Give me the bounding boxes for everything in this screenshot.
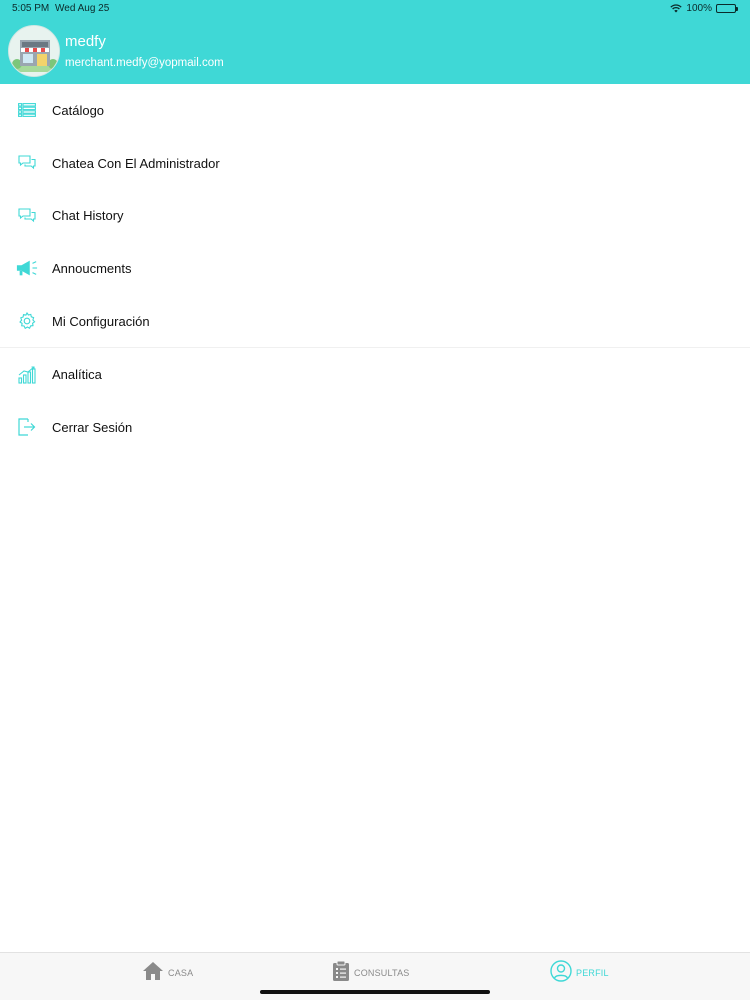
user-circle-icon	[550, 959, 572, 987]
gear-icon	[16, 311, 38, 331]
menu-item-label: Catálogo	[52, 102, 105, 118]
status-date: Wed Aug 25	[55, 3, 110, 14]
menu-item-catalogo[interactable]: Catálogo	[0, 84, 750, 137]
menu-item-chat-history[interactable]: Chat History	[0, 189, 750, 242]
avatar[interactable]	[8, 25, 60, 77]
menu-item-label: Cerrar Sesión	[52, 419, 133, 435]
menu-item-label: Analítica	[52, 367, 102, 383]
menu-item-label: Mi Configuración	[52, 313, 150, 329]
tab-casa[interactable]: CASA	[142, 961, 193, 985]
menu-item-announcements[interactable]: Annoucments	[0, 242, 750, 295]
battery-percent: 100%	[686, 3, 712, 14]
profile-header: 5:05 PM Wed Aug 25 100% medfy merchant.m…	[0, 0, 750, 84]
home-indicator[interactable]	[260, 990, 490, 994]
menu-item-settings[interactable]: Mi Configuración	[0, 295, 750, 348]
chat-bubbles-icon	[16, 153, 38, 173]
bar-chart-icon	[16, 365, 38, 385]
menu-item-label: Chatea Con El Administrador	[52, 155, 220, 171]
menu-item-label: Annoucments	[52, 260, 132, 276]
profile-name: medfy	[65, 33, 106, 50]
status-bar: 5:05 PM Wed Aug 25 100%	[0, 0, 750, 18]
wifi-icon	[670, 4, 683, 13]
logout-icon	[16, 417, 38, 437]
menu-item-logout[interactable]: Cerrar Sesión	[0, 401, 750, 454]
tab-consultas[interactable]: CONSULTAS	[332, 960, 410, 987]
menu-item-chat-admin[interactable]: Chatea Con El Administrador	[0, 137, 750, 190]
chat-bubbles-icon	[16, 206, 38, 226]
status-indicators: 100%	[670, 3, 738, 14]
clipboard-icon	[332, 960, 350, 987]
status-time: 5:05 PM	[12, 3, 50, 14]
home-icon	[142, 961, 164, 986]
tab-label: PERFIL	[576, 968, 609, 978]
profile-email: merchant.medfy@yopmail.com	[65, 57, 224, 69]
store-icon	[9, 26, 59, 76]
list-icon	[16, 100, 38, 120]
tab-label: CONSULTAS	[354, 968, 410, 978]
tab-label: CASA	[168, 968, 194, 978]
megaphone-icon	[16, 258, 38, 278]
tab-perfil[interactable]: PERFIL	[550, 959, 609, 987]
menu-list: Catálogo Chatea Con El Administrador Cha…	[0, 84, 750, 454]
battery-icon	[716, 4, 738, 13]
menu-item-label: Chat History	[52, 208, 124, 224]
menu-item-analytics[interactable]: Analítica	[0, 348, 750, 401]
